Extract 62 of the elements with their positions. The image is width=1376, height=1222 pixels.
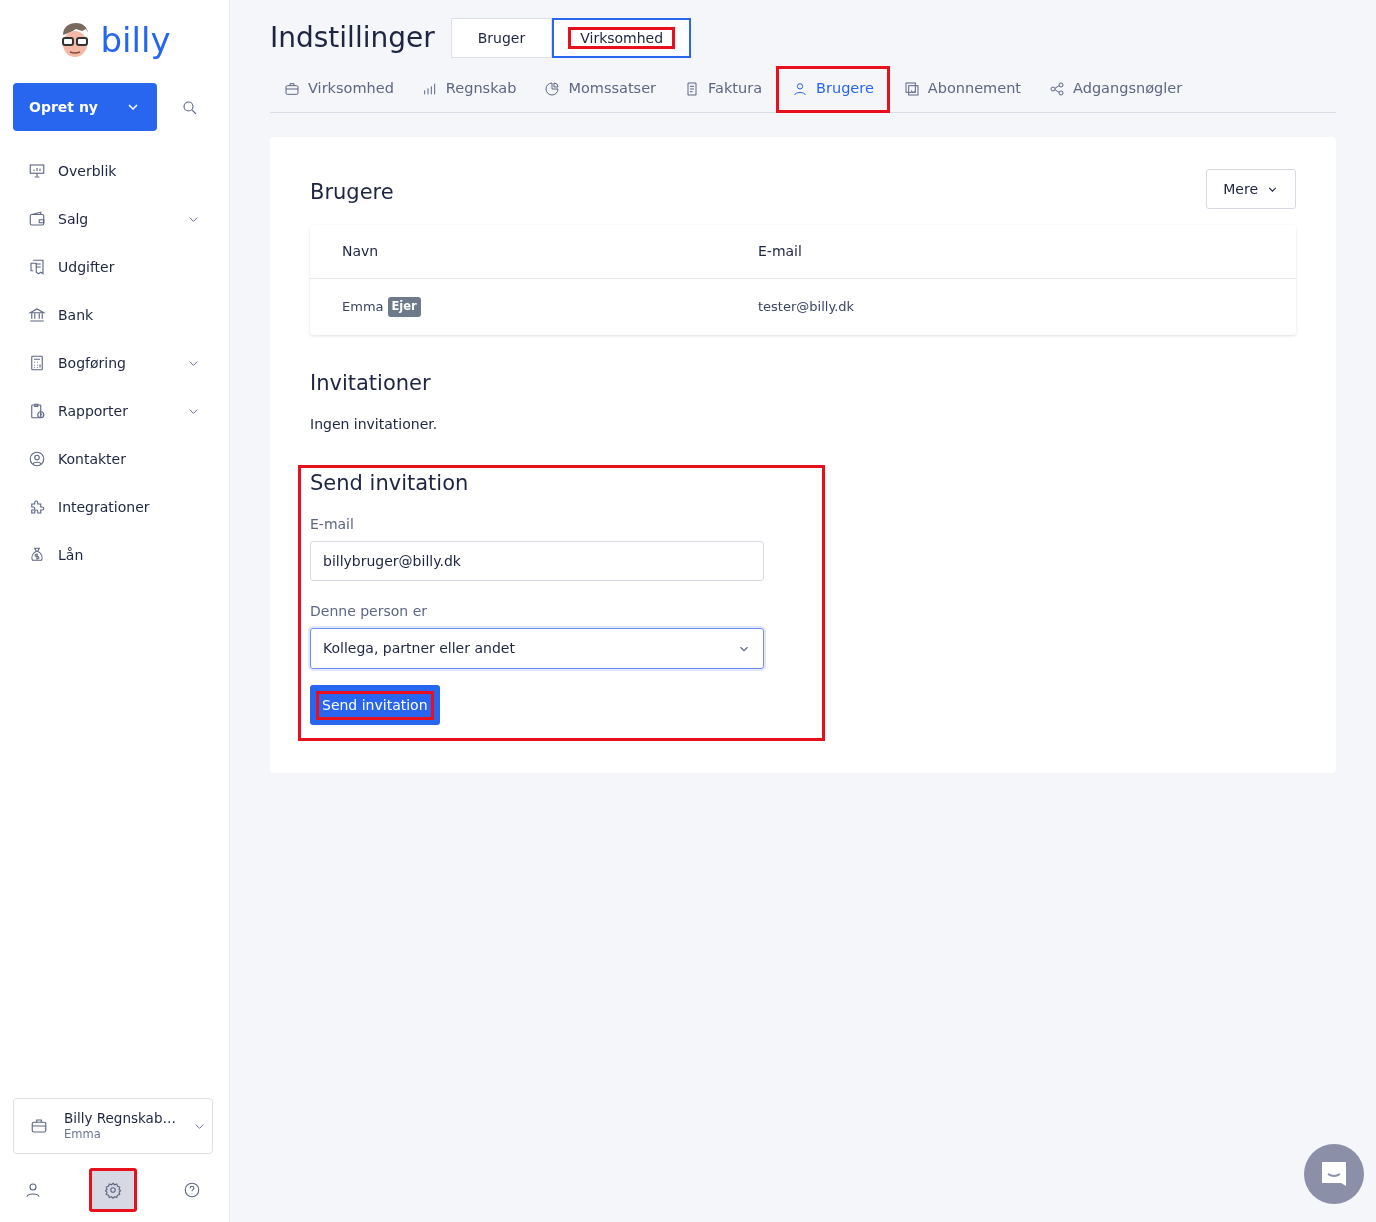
settings-tab[interactable]: Regnskab: [407, 66, 531, 113]
email-input-field[interactable]: billybruger@billy.dk: [310, 541, 764, 582]
settings-icon: [103, 1181, 122, 1199]
document-icon: [684, 80, 700, 97]
sidebar-item[interactable]: Kontakter: [0, 435, 229, 483]
column-header: Navn: [342, 243, 379, 259]
scope-toggle-tab[interactable]: Virksomhed: [552, 18, 692, 58]
settings-tab[interactable]: Brugere: [776, 66, 890, 113]
user-circle-icon: [28, 450, 46, 468]
settings-tab[interactable]: Momssatser: [530, 66, 670, 113]
bank-icon: [28, 306, 46, 324]
user-name: Emma: [64, 1127, 102, 1142]
chat-bubble-icon: [1319, 1159, 1349, 1189]
page-title: Indstillinger: [270, 21, 435, 55]
create-new-button[interactable]: Opret ny: [13, 83, 157, 131]
settings-button[interactable]: [88, 1168, 137, 1212]
section-title: Brugere: [310, 180, 394, 206]
column-header: E-mail: [758, 243, 802, 259]
clipboard-clock-icon: [28, 402, 46, 420]
sidebar-item[interactable]: Bogføring: [0, 339, 229, 387]
settings-tab[interactable]: Adgangsnøgler: [1035, 66, 1197, 113]
presentation-board-icon: [28, 162, 46, 180]
user-icon: [792, 80, 809, 97]
settings-tab[interactable]: Abonnement: [889, 66, 1036, 113]
calculator-icon: [28, 354, 46, 372]
wallet-icon: [28, 210, 46, 228]
briefcase-icon: [30, 1117, 48, 1135]
subscription-icon: [903, 80, 920, 97]
sidebar-item[interactable]: Lån: [0, 531, 229, 579]
send-invitation-button[interactable]: Send invitation: [310, 685, 440, 726]
section-title: Send invitation: [310, 471, 470, 497]
more-dropdown-button[interactable]: Mere: [1206, 169, 1296, 209]
sidebar-item[interactable]: Udgifter: [0, 243, 229, 291]
scope-toggle-tab[interactable]: Bruger: [450, 18, 553, 58]
account-switcher[interactable]: Billy Regnskab… Emma: [13, 1098, 213, 1154]
sidebar-item[interactable]: Rapporter: [0, 387, 229, 435]
share-nodes-icon: [1049, 80, 1066, 97]
field-label: Denne person er: [310, 602, 428, 622]
sidebar-item[interactable]: Integrationer: [0, 483, 229, 531]
sidebar-item[interactable]: Overblik: [0, 147, 229, 195]
puzzle-piece-icon: [28, 498, 46, 516]
briefcase-icon: [284, 80, 300, 97]
help-icon: [183, 1181, 201, 1199]
receipts-icon: [28, 258, 46, 276]
company-name: Billy Regnskab…: [64, 1110, 176, 1128]
settings-tab[interactable]: Virksomhed: [270, 66, 408, 113]
empty-state-text: Ingen invitationer.: [310, 415, 439, 435]
settings-tab[interactable]: Faktura: [670, 66, 777, 113]
user-icon: [24, 1181, 42, 1199]
field-label: E-mail: [310, 515, 355, 535]
search-icon: [181, 98, 199, 117]
sidebar-item[interactable]: Salg: [0, 195, 229, 243]
chat-launcher-button[interactable]: [1304, 1144, 1364, 1204]
user-name: Emma: [342, 298, 384, 317]
email-cell-text: tester@billy.dk: [758, 298, 855, 317]
role-select[interactable]: Kollega, partner eller andet: [310, 628, 764, 670]
section-title: Invitationer: [310, 371, 432, 397]
pie-chart-icon: [544, 80, 561, 97]
money-bag-icon: [28, 546, 46, 564]
sidebar-item[interactable]: Bank: [0, 291, 229, 339]
role-badge: Ejer: [387, 297, 421, 317]
brand-logo-text: billy: [100, 23, 171, 57]
